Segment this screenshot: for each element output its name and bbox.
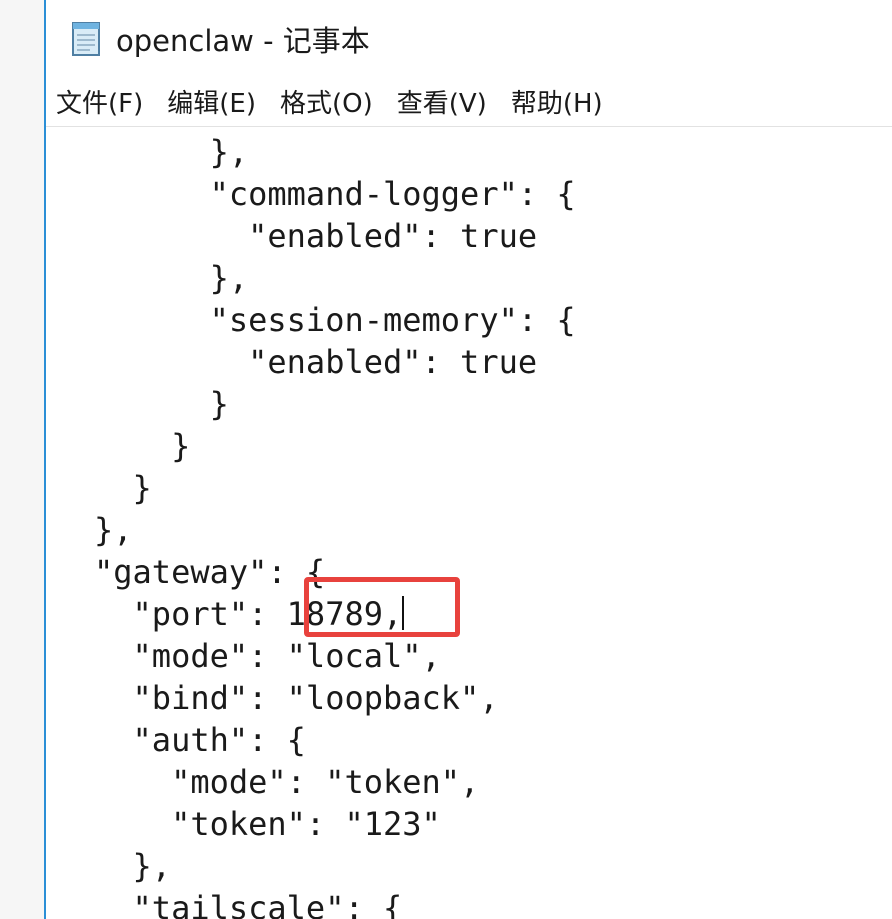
port-line-text: "port": 18789, (94, 595, 403, 633)
menu-format[interactable]: 格式(O) (280, 81, 373, 122)
menu-help[interactable]: 帮助(H) (511, 81, 603, 122)
code-line: "mode": "token", (94, 763, 480, 801)
code-line: "command-logger": { (94, 175, 576, 213)
code-line: "token": "123" (94, 805, 441, 843)
code-line: "gateway": { (94, 553, 326, 591)
code-line: }, (94, 133, 249, 171)
code-line: "enabled": true (94, 343, 538, 381)
code-line: }, (94, 847, 172, 885)
code-line: "mode": "local", (94, 637, 441, 675)
code-line: } (94, 427, 191, 465)
menu-edit[interactable]: 编辑(E) (167, 81, 256, 122)
code-line: }, (94, 259, 249, 297)
text-editor[interactable]: }, "command-logger": { "enabled": true }… (46, 127, 892, 919)
notepad-window: openclaw - 记事本 文件(F) 编辑(E) 格式(O) 查看(V) 帮… (44, 0, 892, 919)
code-line-port: "port": 18789, (94, 593, 576, 635)
code-line: } (94, 469, 152, 507)
window-title: openclaw - 记事本 (116, 24, 370, 58)
code-line: "session-memory": { (94, 301, 576, 339)
code-line: "enabled": true (94, 217, 538, 255)
menu-view[interactable]: 查看(V) (397, 81, 487, 122)
code-line: "auth": { (94, 721, 306, 759)
code-line: "bind": "loopback", (94, 679, 499, 717)
menu-file[interactable]: 文件(F) (56, 81, 143, 122)
editor-content[interactable]: }, "command-logger": { "enabled": true }… (94, 131, 576, 919)
text-caret (402, 596, 405, 630)
code-line: }, (94, 511, 133, 549)
code-line: } (94, 385, 229, 423)
code-line: "tailscale": { (94, 889, 403, 919)
menu-bar: 文件(F) 编辑(E) 格式(O) 查看(V) 帮助(H) (46, 76, 892, 127)
notepad-icon (72, 22, 100, 56)
desktop-background (0, 0, 44, 919)
title-bar[interactable]: openclaw - 记事本 (46, 0, 892, 76)
